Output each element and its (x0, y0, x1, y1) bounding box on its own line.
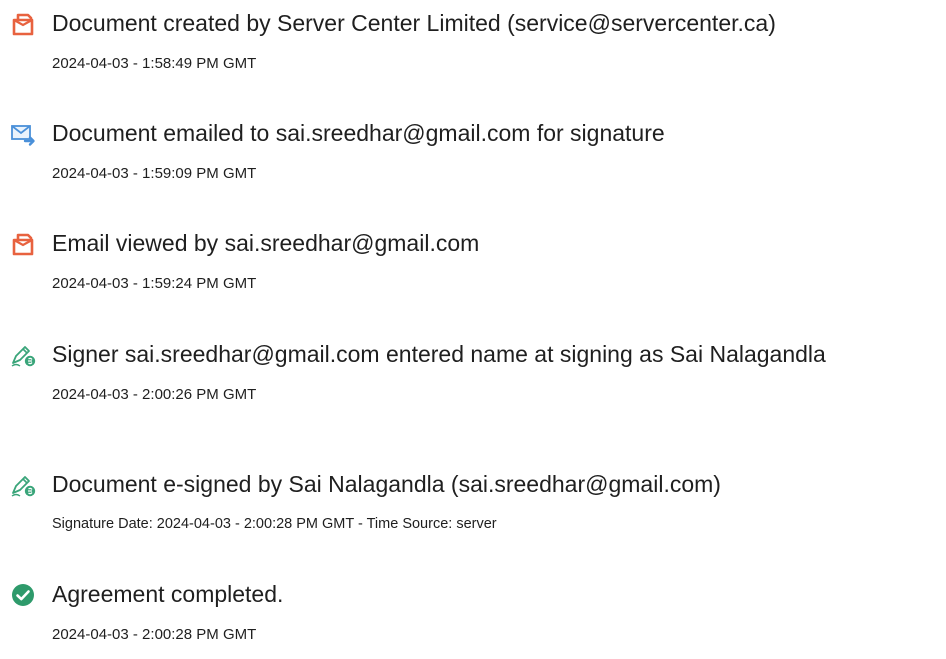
event-timestamp: 2024-04-03 - 2:00:28 PM GMT (52, 626, 257, 643)
checkmark-circle-icon (10, 582, 36, 608)
event-timestamp: 2024-04-03 - 1:58:49 PM GMT (52, 55, 257, 72)
history-event-signer-name-entered: Signer sai.sreedhar@gmail.com entered na… (0, 339, 946, 419)
document-viewed-icon (10, 231, 36, 257)
esign-pen-icon (10, 472, 36, 498)
document-created-icon (10, 11, 36, 37)
event-title: Agreement completed. (52, 581, 284, 607)
event-signature-date: Signature Date: 2024-04-03 - 2:00:28 PM … (52, 516, 497, 532)
event-title: Document emailed to sai.sreedhar@gmail.c… (52, 120, 665, 146)
event-timestamp: 2024-04-03 - 1:59:24 PM GMT (52, 275, 257, 292)
event-title: Document created by Server Center Limite… (52, 10, 776, 36)
history-event-email-viewed: Email viewed by sai.sreedhar@gmail.com 2… (0, 228, 946, 308)
signer-pen-icon (10, 342, 36, 368)
event-title: Document e-signed by Sai Nalagandla (sai… (52, 471, 721, 497)
event-timestamp: 2024-04-03 - 2:00:26 PM GMT (52, 386, 257, 403)
history-event-document-created: Document created by Server Center Limite… (0, 8, 946, 88)
history-event-document-esigned: Document e-signed by Sai Nalagandla (sai… (0, 469, 946, 549)
history-event-document-emailed: Document emailed to sai.sreedhar@gmail.c… (0, 118, 946, 198)
event-title: Signer sai.sreedhar@gmail.com entered na… (52, 341, 826, 367)
event-title: Email viewed by sai.sreedhar@gmail.com (52, 230, 480, 256)
email-sent-icon (10, 121, 36, 147)
event-timestamp: 2024-04-03 - 1:59:09 PM GMT (52, 165, 257, 182)
history-event-agreement-completed: Agreement completed. 2024-04-03 - 2:00:2… (0, 579, 946, 659)
